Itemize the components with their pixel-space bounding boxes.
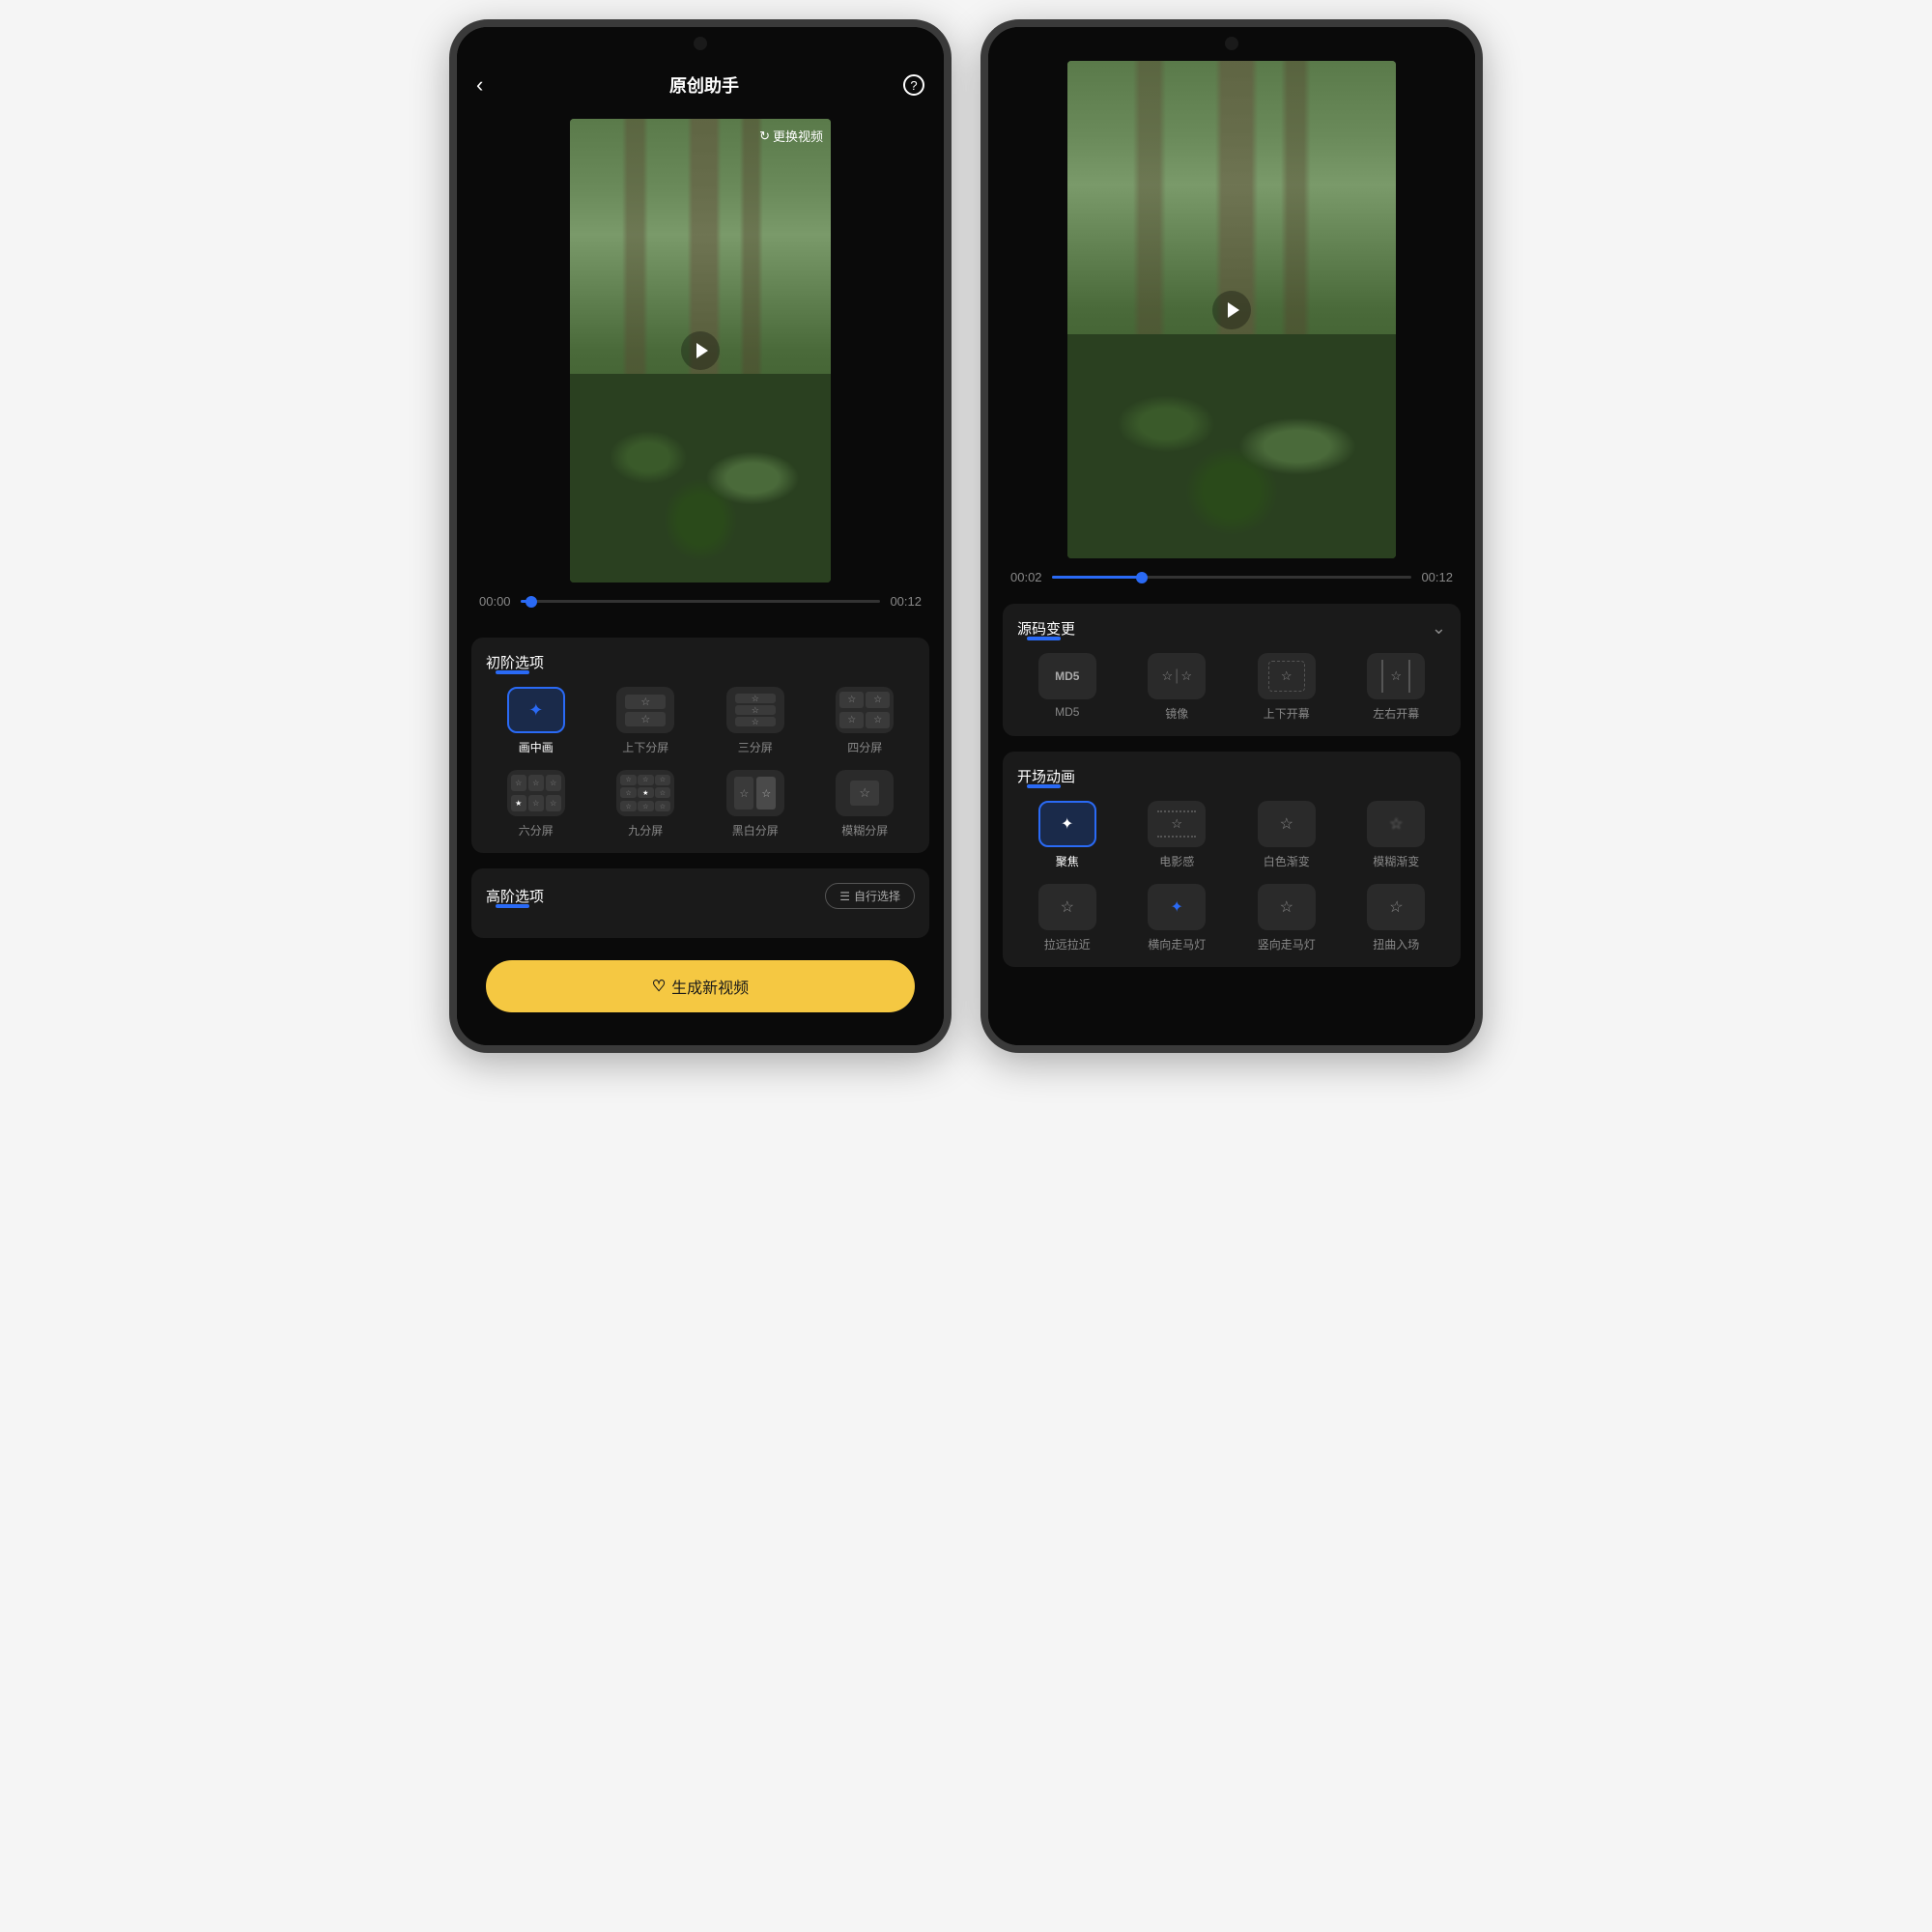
whitefade-icon: ☆ bbox=[1258, 801, 1316, 847]
mirror-icon: ☆ | ☆ bbox=[1148, 653, 1206, 699]
section-title: 开场动画 bbox=[1017, 766, 1075, 786]
header: ‹ 原创助手 ? bbox=[457, 61, 944, 109]
option-vmarquee[interactable]: ☆ 竖向走马灯 bbox=[1236, 884, 1337, 952]
advanced-section: 高阶选项 ☰ 自行选择 bbox=[471, 868, 929, 938]
phone-left: ‹ 原创助手 ? ↻ 更换视频 00:00 00:12 bbox=[449, 19, 952, 1053]
section-title: 高阶选项 bbox=[486, 886, 544, 906]
vsplit-icon: ☆ ☆ bbox=[616, 687, 674, 733]
focus-icon: ✦ bbox=[1038, 801, 1096, 847]
vcurtain-icon: ☆ bbox=[1258, 653, 1316, 699]
option-bw[interactable]: ☆ ☆ 黑白分屏 bbox=[705, 770, 806, 838]
video-preview[interactable]: ↻ 更换视频 bbox=[570, 119, 831, 582]
play-button[interactable] bbox=[1212, 291, 1251, 329]
heart-icon bbox=[652, 977, 666, 996]
hcurtain-icon: ☆ bbox=[1367, 653, 1425, 699]
camera-notch bbox=[694, 37, 707, 50]
animation-section: 开场动画 ✦ 聚焦 ☆ 电影感 ☆ 白色渐变 bbox=[1003, 752, 1461, 967]
cinema-icon: ☆ bbox=[1148, 801, 1206, 847]
time-end: 00:12 bbox=[1421, 570, 1453, 584]
zoom-icon: ☆ bbox=[1038, 884, 1096, 930]
progress-thumb[interactable] bbox=[1136, 572, 1148, 583]
option-md5[interactable]: MD5 MD5 bbox=[1017, 653, 1118, 722]
options-grid: MD5 MD5 ☆ | ☆ 镜像 ☆ 上下开幕 bbox=[1017, 653, 1446, 722]
option-mirror[interactable]: ☆ | ☆ 镜像 bbox=[1127, 653, 1228, 722]
option-3split[interactable]: ☆ ☆ ☆ 三分屏 bbox=[705, 687, 806, 755]
options-grid: ✦ 聚焦 ☆ 电影感 ☆ 白色渐变 ☆ 模糊渐变 bbox=[1017, 801, 1446, 952]
option-blur[interactable]: ☆ 模糊分屏 bbox=[815, 770, 916, 838]
camera-notch bbox=[1225, 37, 1238, 50]
9split-icon: ☆ ☆ ☆ ☆ ★ ☆ ☆ ☆ ☆ bbox=[616, 770, 674, 816]
back-button[interactable]: ‹ bbox=[476, 72, 505, 98]
option-6split[interactable]: ☆ ☆ ☆ ★ ☆ ☆ 六分屏 bbox=[486, 770, 586, 838]
md5-icon: MD5 bbox=[1038, 653, 1096, 699]
generate-button[interactable]: 生成新视频 bbox=[486, 960, 915, 1012]
time-start: 00:02 bbox=[1010, 570, 1042, 584]
option-twist[interactable]: ☆ 扭曲入场 bbox=[1347, 884, 1447, 952]
hmarquee-icon: ✦ bbox=[1148, 884, 1206, 930]
time-start: 00:00 bbox=[479, 594, 511, 609]
screen: 00:02 00:12 源码变更 ⌄ MD5 MD5 bbox=[988, 27, 1475, 1045]
page-title: 原创助手 bbox=[669, 72, 739, 98]
option-hcurtain[interactable]: ☆ 左右开幕 bbox=[1347, 653, 1447, 722]
option-vcurtain[interactable]: ☆ 上下开幕 bbox=[1236, 653, 1337, 722]
video-area: 00:02 00:12 bbox=[988, 61, 1475, 596]
custom-select-button[interactable]: ☰ 自行选择 bbox=[825, 883, 915, 909]
6split-icon: ☆ ☆ ☆ ★ ☆ ☆ bbox=[507, 770, 565, 816]
twist-icon: ☆ bbox=[1367, 884, 1425, 930]
blurfade-icon: ☆ bbox=[1367, 801, 1425, 847]
option-pip[interactable]: ✦ 画中画 bbox=[486, 687, 586, 755]
pip-icon: ✦ bbox=[507, 687, 565, 733]
timeline: 00:00 00:12 bbox=[471, 582, 929, 620]
4split-icon: ☆ ☆ ☆ ☆ bbox=[836, 687, 894, 733]
refresh-icon: ↻ bbox=[759, 128, 770, 144]
progress-thumb[interactable] bbox=[526, 596, 537, 608]
screen: ‹ 原创助手 ? ↻ 更换视频 00:00 00:12 bbox=[457, 27, 944, 1045]
options-grid: ✦ 画中画 ☆ ☆ 上下分屏 ☆ ☆ ☆ bbox=[486, 687, 915, 838]
option-cinema[interactable]: ☆ 电影感 bbox=[1127, 801, 1228, 869]
section-title: 源码变更 bbox=[1017, 618, 1075, 639]
option-hmarquee[interactable]: ✦ 横向走马灯 bbox=[1127, 884, 1228, 952]
option-4split[interactable]: ☆ ☆ ☆ ☆ 四分屏 bbox=[815, 687, 916, 755]
option-whitefade[interactable]: ☆ 白色渐变 bbox=[1236, 801, 1337, 869]
time-end: 00:12 bbox=[890, 594, 922, 609]
play-button[interactable] bbox=[681, 331, 720, 370]
progress-bar[interactable] bbox=[1052, 576, 1412, 579]
bw-icon: ☆ ☆ bbox=[726, 770, 784, 816]
option-zoom[interactable]: ☆ 拉远拉近 bbox=[1017, 884, 1118, 952]
vmarquee-icon: ☆ bbox=[1258, 884, 1316, 930]
replace-video-button[interactable]: ↻ 更换视频 bbox=[759, 127, 823, 145]
basic-options-section: 初阶选项 ✦ 画中画 ☆ ☆ 上下分屏 bbox=[471, 638, 929, 853]
chevron-down-icon[interactable]: ⌄ bbox=[1432, 618, 1446, 639]
list-icon: ☰ bbox=[839, 890, 850, 903]
section-title: 初阶选项 bbox=[486, 652, 544, 672]
progress-bar[interactable] bbox=[521, 600, 881, 603]
option-blurfade[interactable]: ☆ 模糊渐变 bbox=[1347, 801, 1447, 869]
option-focus[interactable]: ✦ 聚焦 bbox=[1017, 801, 1118, 869]
blur-icon: ☆ bbox=[836, 770, 894, 816]
help-button[interactable]: ? bbox=[903, 74, 924, 96]
option-9split[interactable]: ☆ ☆ ☆ ☆ ★ ☆ ☆ ☆ ☆ 九分屏 bbox=[596, 770, 696, 838]
video-preview[interactable] bbox=[1067, 61, 1396, 558]
option-vsplit[interactable]: ☆ ☆ 上下分屏 bbox=[596, 687, 696, 755]
video-area: ↻ 更换视频 00:00 00:12 bbox=[471, 119, 929, 620]
progress-fill bbox=[1052, 576, 1142, 579]
source-section: 源码变更 ⌄ MD5 MD5 ☆ | ☆ 镜像 bbox=[1003, 604, 1461, 736]
phone-right: 00:02 00:12 源码变更 ⌄ MD5 MD5 bbox=[980, 19, 1483, 1053]
timeline: 00:02 00:12 bbox=[1003, 558, 1461, 596]
3split-icon: ☆ ☆ ☆ bbox=[726, 687, 784, 733]
